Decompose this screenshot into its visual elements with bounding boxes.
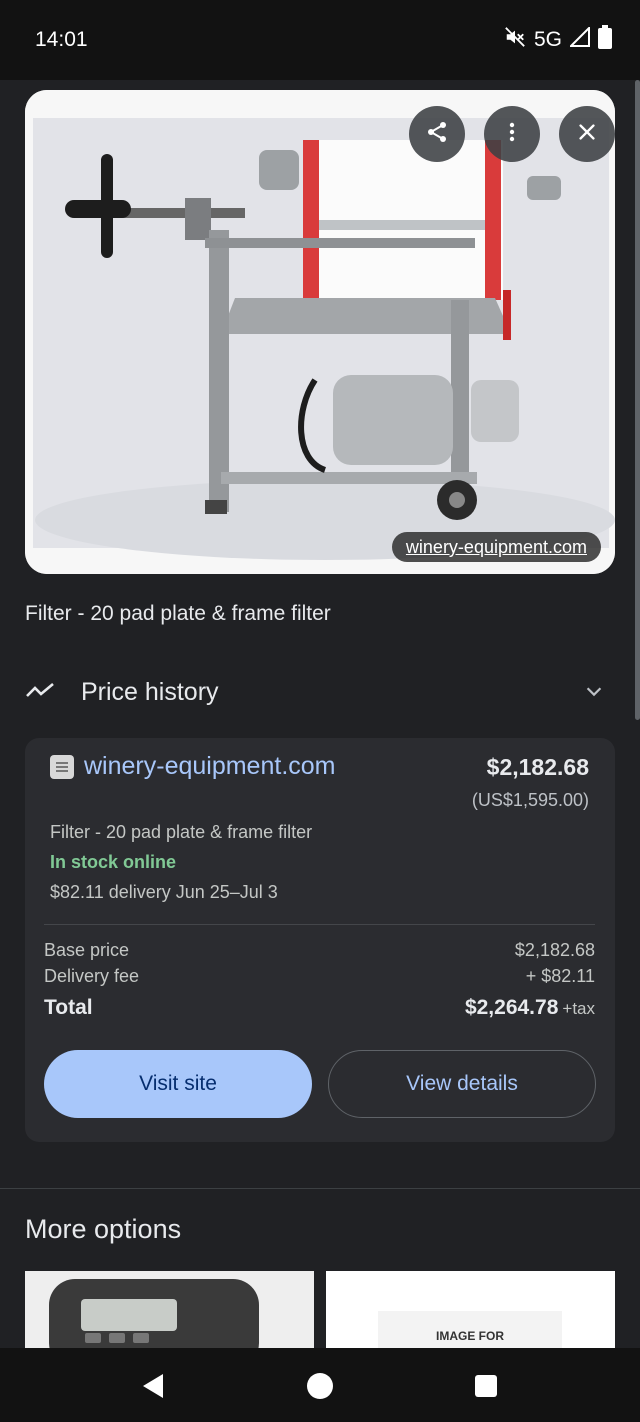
signal-icon xyxy=(568,25,590,53)
more-options-title: More options xyxy=(25,1214,182,1244)
option-placeholder-text: IMAGE FOR xyxy=(436,1329,504,1343)
more-options-button[interactable] xyxy=(484,106,540,162)
network-label: 5G xyxy=(533,28,562,51)
store-link[interactable]: winery-equipment.com xyxy=(50,752,336,781)
status-icons: 5G xyxy=(504,25,612,55)
product-image-card[interactable]: winery-equipment.com xyxy=(25,90,615,574)
product-sheet: winery-equipment.com Filter - 20 pad pla… xyxy=(0,80,640,1351)
offer-price-usd: (US$1,595.00) xyxy=(471,790,589,810)
visit-site-button[interactable]: Visit site xyxy=(44,1050,312,1118)
share-button[interactable] xyxy=(409,106,465,162)
recents-icon xyxy=(475,1375,497,1397)
base-price-label: Base price xyxy=(44,940,130,960)
status-time: 14:01 xyxy=(35,28,88,51)
home-button[interactable] xyxy=(306,1372,334,1405)
trend-icon xyxy=(25,680,55,705)
total-value: $2,264.78 xyxy=(464,996,559,1019)
delivery-fee-value: + $82.11 xyxy=(525,966,595,986)
total-label: Total xyxy=(44,996,93,1019)
more-option-card-2[interactable]: IMAGE FOR xyxy=(326,1271,615,1351)
battery-icon xyxy=(598,25,612,55)
scrollbar[interactable] xyxy=(635,80,640,720)
more-option-card-1[interactable] xyxy=(25,1271,314,1351)
view-details-button[interactable]: View details xyxy=(328,1050,596,1118)
price-history-label: Price history xyxy=(81,677,219,706)
delivery-info: $82.11 delivery Jun 25–Jul 3 xyxy=(50,882,278,902)
store-name: winery-equipment.com xyxy=(84,752,336,780)
back-button[interactable] xyxy=(141,1373,165,1404)
product-title: Filter - 20 pad plate & frame filter xyxy=(25,602,331,625)
price-history-toggle[interactable]: Price history xyxy=(25,674,615,710)
back-icon xyxy=(143,1374,163,1398)
share-icon xyxy=(425,120,449,149)
stock-status: In stock online xyxy=(50,852,177,872)
mute-icon xyxy=(504,26,526,54)
section-divider xyxy=(0,1188,640,1189)
offer-price: $2,182.68 xyxy=(486,754,589,780)
home-icon xyxy=(307,1373,333,1399)
option-thumbnail-2: IMAGE FOR xyxy=(378,1311,562,1351)
chevron-down-icon xyxy=(583,680,605,707)
base-price-value: $2,182.68 xyxy=(514,940,595,960)
offer-title: Filter - 20 pad plate & frame filter xyxy=(50,822,313,842)
close-icon xyxy=(576,121,598,148)
option-thumbnail-1 xyxy=(25,1271,314,1351)
navigation-bar xyxy=(0,1348,640,1422)
divider xyxy=(44,924,595,925)
delivery-fee-label: Delivery fee xyxy=(44,966,140,986)
image-source-link[interactable]: winery-equipment.com xyxy=(391,532,601,562)
total-tax: +tax xyxy=(562,999,595,1018)
close-button[interactable] xyxy=(559,106,615,162)
status-bar: 14:01 5G xyxy=(0,0,640,80)
more-vert-icon xyxy=(500,120,524,149)
total-value-row: $2,264.78 +tax xyxy=(465,996,595,1020)
product-image xyxy=(25,90,615,574)
offer-card: winery-equipment.com $2,182.68 (US$1,595… xyxy=(25,738,615,1142)
store-favicon-icon xyxy=(50,754,74,779)
recents-button[interactable] xyxy=(474,1374,498,1403)
